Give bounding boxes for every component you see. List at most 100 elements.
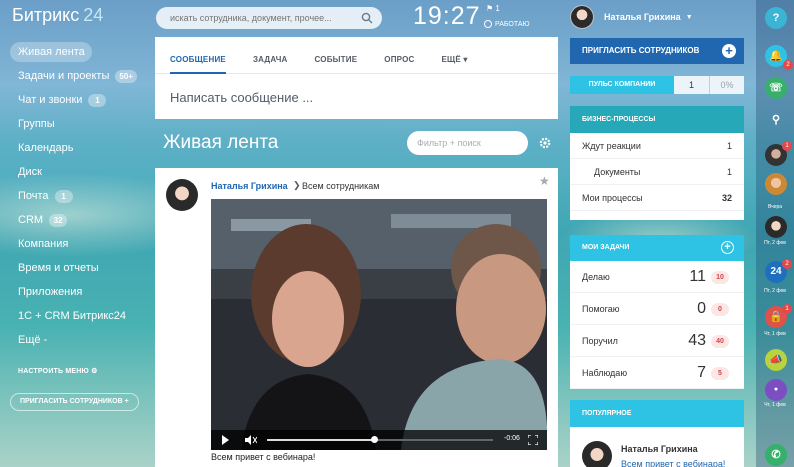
avatar[interactable]: [765, 216, 787, 238]
task-row-badge: 5: [711, 367, 729, 380]
company-pulse[interactable]: ПУЛЬС КОМПАНИИ 1 0%: [570, 76, 744, 94]
menu-item-label: 1С + CRM Битрикс24: [18, 310, 127, 322]
task-row-doing[interactable]: Делаю 11 10: [570, 261, 744, 293]
work-status[interactable]: РАБОТАЮ: [484, 20, 530, 28]
menu-item-company[interactable]: Компания: [10, 232, 142, 256]
lock-badge: 1: [782, 304, 792, 314]
menu-item-disk[interactable]: Диск: [10, 160, 142, 184]
post-recipient[interactable]: Всем сотрудникам: [302, 181, 379, 191]
bp-row-label: Ждут реакции: [582, 141, 641, 151]
bp-row-my-processes[interactable]: Мои процессы 32: [570, 185, 744, 211]
pulse-percent: 0%: [720, 80, 734, 90]
menu-item-label: Компания: [18, 238, 69, 250]
popular-post-link[interactable]: Всем привет с вебинара!: [621, 459, 725, 467]
menu-item-crm[interactable]: CRM 32: [10, 208, 142, 232]
logo-text: Битрикс: [12, 5, 80, 25]
chat-icon[interactable]: ☏: [765, 77, 787, 99]
gear-icon[interactable]: [538, 136, 552, 150]
fullscreen-icon[interactable]: [528, 435, 538, 445]
post-text: Всем привет с вебинара!: [211, 452, 316, 462]
video-progress-handle[interactable]: [371, 436, 378, 443]
setup-menu-label: НАСТРОИТЬ МЕНЮ: [18, 368, 89, 375]
menu-item-live-feed[interactable]: Живая лента: [10, 42, 92, 62]
popular-author[interactable]: Наталья Грихина: [621, 444, 698, 454]
task-row-count: 0: [697, 300, 706, 317]
flag-icon: ⚑: [486, 4, 494, 13]
chevron-down-icon: ▼: [685, 13, 693, 21]
sidebar-invite-button[interactable]: ПРИГЛАСИТЬ СОТРУДНИКОВ +: [10, 393, 139, 411]
avatar[interactable]: [582, 441, 612, 467]
chevron-right-icon: ❯: [293, 180, 301, 190]
menu-item-1c-crm[interactable]: 1С + CRM Битрикс24: [10, 304, 142, 328]
global-search[interactable]: [156, 7, 382, 29]
video-frame-image: [211, 199, 547, 450]
message-input[interactable]: Написать сообщение ...: [155, 74, 558, 105]
menu-item-calendar[interactable]: Календарь: [10, 136, 142, 160]
app-logo[interactable]: Битрикс 24: [12, 5, 103, 26]
menu-item-time-reports[interactable]: Время и отчеты: [10, 256, 142, 280]
filter-search-input[interactable]: Фильтр + поиск: [407, 131, 528, 155]
add-task-icon[interactable]: +: [721, 241, 734, 254]
business-processes-widget: БИЗНЕС-ПРОЦЕССЫ Ждут реакции 1 Документы 1…: [570, 106, 744, 220]
status-circle-icon: [484, 20, 492, 28]
group-chat-icon[interactable]: ●: [765, 379, 787, 401]
task-row-assigned[interactable]: Поручил 43 40: [570, 325, 744, 357]
menu-badge: 32: [49, 213, 68, 227]
bp-row-waiting[interactable]: Ждут реакции 1: [570, 133, 744, 159]
menu-item-more[interactable]: Ещё -: [10, 328, 142, 352]
avatar[interactable]: [765, 173, 787, 195]
video-controls: -0:06: [211, 430, 547, 450]
composer-tabs: СООБЩЕНИЕ ЗАДАЧА СОБЫТИЕ ОПРОС ЕЩЁ ▾: [155, 37, 558, 74]
megaphone-icon[interactable]: 📣: [765, 349, 787, 371]
menu-item-groups[interactable]: Группы: [10, 112, 142, 136]
task-row-badge: 40: [711, 335, 729, 348]
search-icon[interactable]: [361, 12, 373, 24]
left-menu: Живая лента Задачи и проекты 50+ Чат и зв…: [10, 40, 142, 352]
menu-item-label: Задачи и проекты: [18, 70, 110, 82]
menu-item-label: Группы: [18, 118, 55, 130]
tab-message[interactable]: СООБЩЕНИЕ: [170, 37, 226, 74]
tab-poll[interactable]: ОПРОС: [384, 37, 414, 73]
bp-row-value: 1: [726, 167, 732, 177]
menu-item-mail[interactable]: Почта 1: [10, 184, 142, 208]
video-player[interactable]: -0:06: [211, 199, 547, 450]
tasks-header[interactable]: МОИ ЗАДАЧИ +: [570, 235, 744, 261]
search-icon[interactable]: ⚲: [765, 109, 787, 131]
phone-icon[interactable]: ✆: [765, 444, 787, 466]
menu-item-label: CRM: [18, 214, 44, 226]
menu-item-label: Диск: [18, 166, 42, 178]
bp-row-documents[interactable]: Документы 1: [570, 159, 744, 185]
pulse-value: 1: [674, 76, 710, 94]
task-row-badge: 10: [711, 271, 729, 284]
menu-item-apps[interactable]: Приложения: [10, 280, 142, 304]
bp-row-label: Мои процессы: [582, 193, 643, 203]
tab-task[interactable]: ЗАДАЧА: [253, 37, 288, 73]
menu-item-chat[interactable]: Чат и звонки 1: [10, 88, 142, 112]
invite-employees-button[interactable]: ПРИГЛАСИТЬ СОТРУДНИКОВ +: [570, 38, 744, 64]
setup-menu-link[interactable]: НАСТРОИТЬ МЕНЮ ⚙: [18, 367, 98, 375]
play-icon[interactable]: [222, 435, 229, 445]
post-author[interactable]: Наталья Грихина: [211, 181, 288, 191]
star-icon[interactable]: ★: [539, 174, 550, 188]
avatar[interactable]: [166, 179, 198, 211]
task-row-helping[interactable]: Помогаю 0 0: [570, 293, 744, 325]
task-row-watching[interactable]: Наблюдаю 7 5: [570, 357, 744, 389]
flag-count: 1: [495, 4, 500, 13]
help-icon[interactable]: ?: [765, 7, 787, 29]
menu-badge: 1: [88, 93, 107, 107]
bp-title[interactable]: БИЗНЕС-ПРОЦЕССЫ: [570, 106, 744, 133]
menu-item-label: Ещё -: [18, 334, 48, 346]
tab-more[interactable]: ЕЩЁ ▾: [441, 37, 467, 73]
search-input[interactable]: [156, 7, 346, 29]
post-composer: СООБЩЕНИЕ ЗАДАЧА СОБЫТИЕ ОПРОС ЕЩЁ ▾ Нап…: [155, 37, 558, 119]
clock-time[interactable]: 19:27: [413, 2, 481, 31]
flag-indicator[interactable]: ⚑ 1: [486, 4, 500, 13]
menu-item-tasks[interactable]: Задачи и проекты 50+: [10, 64, 142, 88]
bp-row-value: 32: [721, 193, 732, 203]
mute-icon[interactable]: [245, 435, 257, 445]
tab-event[interactable]: СОБЫТИЕ: [315, 37, 358, 73]
menu-item-label: Почта: [18, 190, 49, 202]
recent-label: Пт, 2 фев: [764, 288, 786, 294]
recent-label: Чт, 1 фев: [764, 331, 786, 337]
user-menu[interactable]: Наталья Грихина ▼: [570, 5, 693, 29]
